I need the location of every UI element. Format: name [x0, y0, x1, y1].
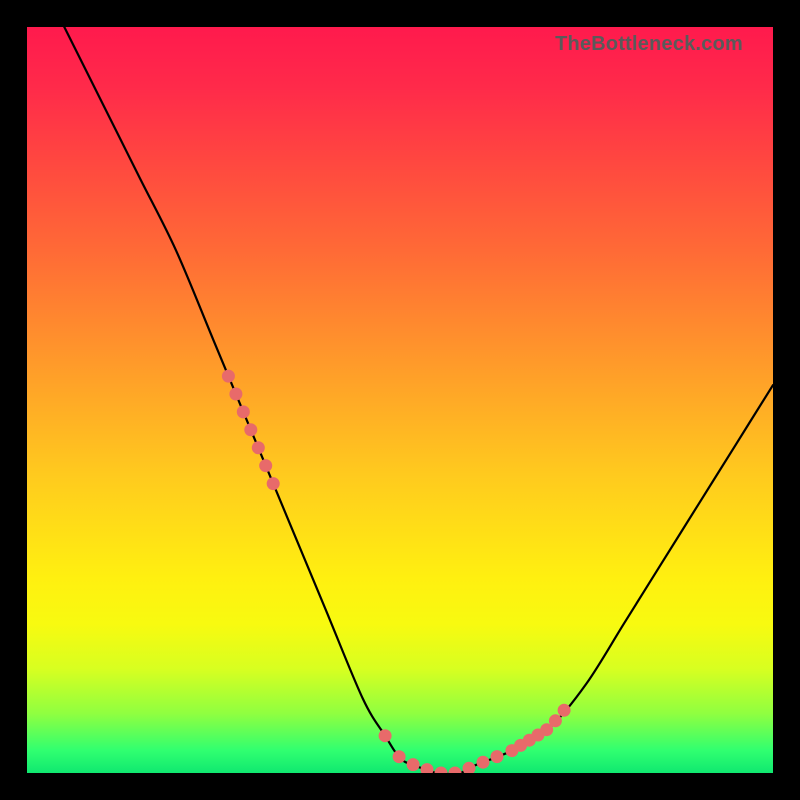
- highlight-dot: [407, 758, 420, 771]
- chart-container: TheBottleneck.com: [0, 0, 800, 800]
- highlight-dot: [449, 767, 462, 774]
- highlight-dot: [435, 767, 448, 774]
- plot-area: TheBottleneck.com: [27, 27, 773, 773]
- highlight-dot: [259, 459, 272, 472]
- highlight-dot: [229, 388, 242, 401]
- highlight-dot: [267, 477, 280, 490]
- highlight-dot: [237, 405, 250, 418]
- highlight-dot: [244, 423, 257, 436]
- highlight-dot: [421, 763, 434, 773]
- highlight-dot: [477, 756, 490, 769]
- highlight-dot: [549, 714, 562, 727]
- highlight-dot: [222, 370, 235, 383]
- highlight-dot: [393, 750, 406, 763]
- bottleneck-curve: [27, 27, 773, 773]
- highlight-dot: [491, 750, 504, 763]
- highlight-dot: [463, 762, 476, 773]
- highlight-dot: [558, 704, 571, 717]
- highlight-dot: [252, 441, 265, 454]
- highlight-dot: [379, 729, 392, 742]
